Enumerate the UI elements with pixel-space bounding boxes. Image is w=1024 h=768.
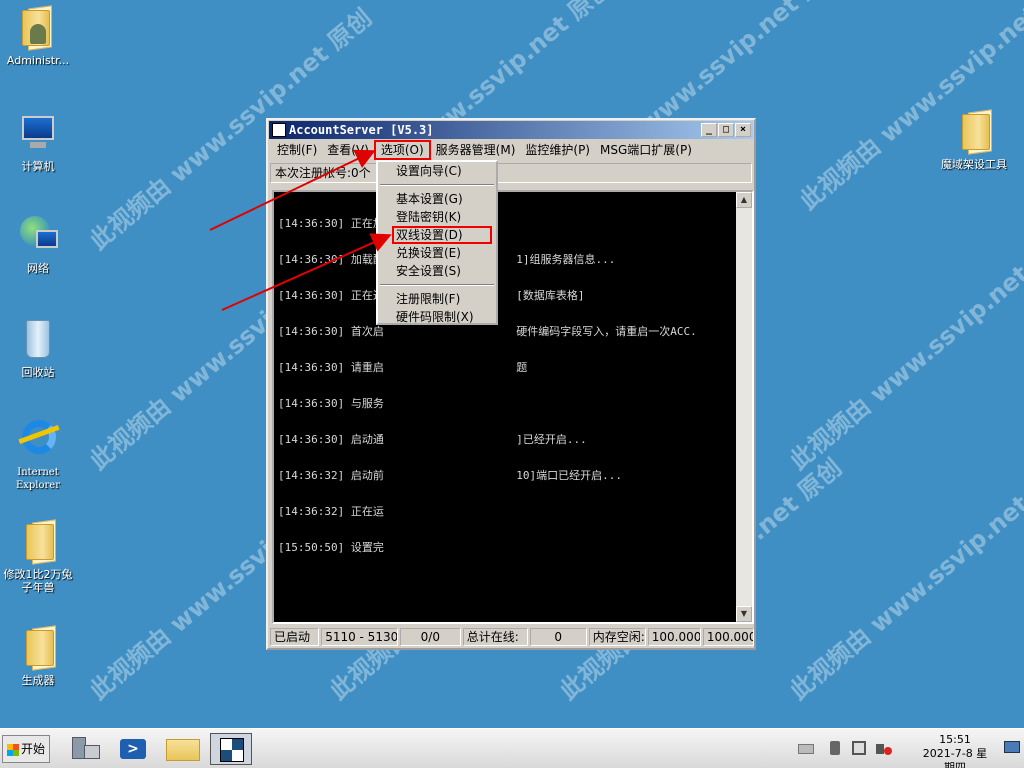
menu-separator	[380, 184, 494, 186]
show-desktop-icon[interactable]	[1004, 741, 1020, 757]
log-line: [15:50:50] 设置完	[278, 541, 384, 554]
watermark: 此视频由 www.ssvip.net 原创	[784, 454, 1024, 706]
menu-monitor-maintenance[interactable]: 监控维护(P)	[520, 140, 595, 160]
menu-control[interactable]: 控制(F)	[272, 140, 322, 160]
explorer-taskbar-icon[interactable]	[162, 733, 204, 765]
account-server-taskbar-icon[interactable]	[210, 733, 252, 765]
start-button[interactable]: 开始	[2, 735, 50, 763]
log-scrollbar[interactable]: ▲ ▼	[736, 192, 752, 622]
menu-separator	[380, 284, 494, 286]
menu-item-login-key[interactable]: 登陆密钥(K)	[378, 208, 496, 226]
clock-time: 15:51	[939, 733, 971, 746]
window-titlebar[interactable]: AccountServer [V5.3] _ □ ×	[269, 121, 753, 139]
menu-options[interactable]: 选项(O)	[373, 140, 431, 160]
desktop-icon-label: Internet Explorer	[15, 467, 61, 491]
status-memory-value-2: 100.000%	[702, 628, 754, 646]
options-dropdown-menu: 设置向导(C) 基本设置(G) 登陆密钥(K) 双线设置(D) 兑换设置(E) …	[376, 160, 498, 325]
powershell-taskbar-icon[interactable]: >	[112, 733, 154, 765]
menu-msg-port-extension[interactable]: MSG端口扩展(P)	[595, 140, 697, 160]
desktop-icon-computer[interactable]: 计算机	[0, 112, 76, 173]
status-online-count: 0	[529, 628, 587, 646]
windows-logo-icon	[7, 744, 19, 756]
watermark: 此视频由 www.ssvip.net 原创	[794, 0, 1024, 216]
folder-icon	[952, 110, 996, 154]
log-line: [14:36:30] 首次启 硬件编码字段写入，请重启一次ACC.	[278, 325, 697, 338]
menu-item-dual-line-settings[interactable]: 双线设置(D)	[392, 226, 492, 244]
menu-item-exchange-settings[interactable]: 兑换设置(E)	[378, 244, 496, 262]
minimize-button[interactable]: _	[701, 123, 717, 137]
desktop-icon-label: 计算机	[21, 160, 55, 173]
log-line: [14:36:32] 启动前 10]端口已经开启...	[278, 469, 623, 482]
registration-count: 本次注册帐号:0个	[270, 163, 752, 183]
desktop-icon-setup-tools[interactable]: 魔域架设工具	[932, 110, 1016, 171]
desktop-icon-label: 生成器	[21, 674, 55, 687]
desktop-icon-network[interactable]: 网络	[0, 214, 76, 275]
folder-icon	[16, 626, 60, 670]
computer-icon	[16, 112, 60, 156]
desktop-icon-label: Administr...	[6, 54, 70, 67]
menu-item-registration-limit[interactable]: 注册限制(F)	[378, 290, 496, 308]
system-clock[interactable]: 15:51 2021-7-8 星期四	[920, 733, 990, 768]
watermark: 此视频由 www.ssvip.net 原创	[784, 224, 1024, 476]
log-line: [14:36:32] 正在运	[278, 505, 384, 518]
menu-bar: 控制(F) 查看(V) 选项(O) 服务器管理(M) 监控维护(P) MSG端口…	[268, 140, 754, 160]
close-button[interactable]: ×	[735, 123, 751, 137]
log-console: [14:36:30] 正在加 [14:36:30] 加载配 1]组服务器信息..…	[272, 190, 754, 624]
desktop-icon-generator[interactable]: 生成器	[0, 626, 76, 687]
network-globe-icon	[16, 214, 60, 258]
recycle-bin-icon	[16, 318, 60, 362]
scroll-up-arrow-icon[interactable]: ▲	[736, 192, 752, 208]
status-connections: 0/0	[399, 628, 461, 646]
status-memory-value: 100.000%	[647, 628, 701, 646]
status-bar: 已启动 5110 - 5130 0/0 总计在线: 0 内存空闲: 100.00…	[270, 628, 754, 646]
desktop-icon-folder-modify[interactable]: 修改1比2万兔子年兽	[0, 520, 76, 594]
log-line: [14:36:30] 启动通 ]已经开启...	[278, 433, 587, 446]
internet-explorer-icon	[16, 418, 60, 462]
volume-muted-icon[interactable]	[876, 741, 892, 757]
start-label: 开始	[21, 742, 46, 756]
action-center-flag-icon[interactable]	[830, 741, 846, 757]
status-online-label: 总计在线:	[462, 628, 528, 646]
desktop-icon-recycle-bin[interactable]: 回收站	[0, 318, 76, 379]
status-running: 已启动	[270, 628, 320, 646]
desktop-icon-label: 回收站	[21, 366, 55, 379]
menu-server-management[interactable]: 服务器管理(M)	[431, 140, 521, 160]
menu-item-hardware-code-limit[interactable]: 硬件码限制(X)	[378, 308, 496, 326]
folder-icon	[16, 520, 60, 564]
menu-item-setup-wizard[interactable]: 设置向导(C)	[378, 162, 496, 180]
status-port-range: 5110 - 5130	[321, 628, 398, 646]
app-icon	[272, 123, 286, 137]
desktop-icon-label: 网络	[27, 262, 49, 275]
menu-item-security-settings[interactable]: 安全设置(S)	[378, 262, 496, 280]
keyboard-icon[interactable]	[798, 741, 814, 757]
maximize-button[interactable]: □	[718, 123, 734, 137]
clock-date: 2021-7-8 星期四	[922, 747, 988, 768]
window-title: AccountServer [V5.3]	[289, 123, 434, 137]
status-memory-label: 内存空闲:	[588, 628, 646, 646]
account-server-window[interactable]: AccountServer [V5.3] _ □ × 控制(F) 查看(V) 选…	[266, 118, 756, 650]
desktop-icon-internet-explorer[interactable]: Internet Explorer	[0, 418, 76, 492]
desktop-icon-label: 魔域架设工具	[941, 158, 1007, 171]
taskbar: 开始 > 15:51 2021-7-8 星期四	[0, 728, 1024, 768]
user-folder-icon	[16, 6, 60, 50]
menu-view[interactable]: 查看(V)	[322, 140, 374, 160]
desktop-icon-label: 修改1比2万兔子年兽	[3, 568, 73, 594]
desktop-icon-administrator[interactable]: Administr...	[0, 6, 76, 67]
network-status-icon[interactable]	[852, 741, 868, 757]
log-line: [14:36:30] 请重启 题	[278, 361, 528, 374]
server-manager-taskbar-icon[interactable]	[64, 733, 106, 765]
log-line: [14:36:30] 与服务	[278, 397, 384, 410]
menu-item-basic-settings[interactable]: 基本设置(G)	[378, 190, 496, 208]
scroll-down-arrow-icon[interactable]: ▼	[736, 606, 752, 622]
